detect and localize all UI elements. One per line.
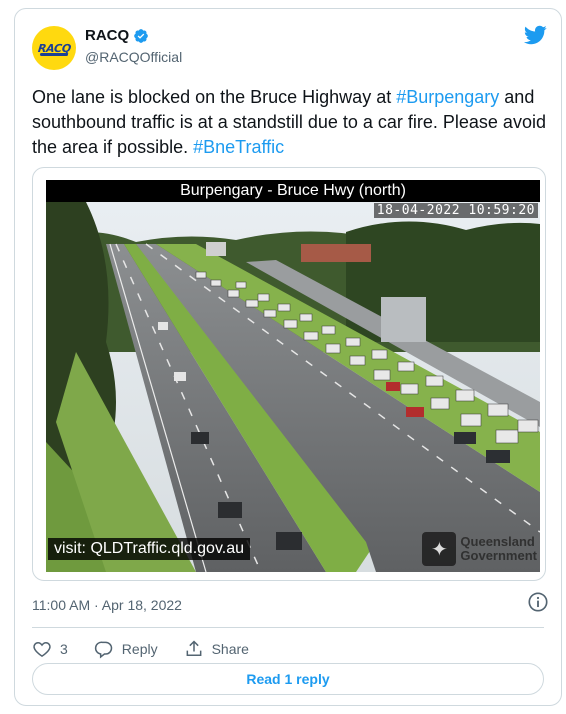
like-count: 3 — [60, 641, 68, 657]
tweet-text: One lane is blocked on the Bruce Highway… — [32, 85, 552, 160]
highway-scene — [46, 202, 540, 572]
gov-line-2: Government — [460, 548, 537, 563]
share-icon — [186, 640, 202, 656]
share-label: Share — [211, 641, 249, 657]
divider — [32, 627, 544, 628]
avatar-logo-underline — [40, 53, 68, 56]
verified-badge-icon — [134, 28, 149, 43]
tweet-text-part: One lane is blocked on the Bruce Highway… — [32, 87, 397, 107]
author-name[interactable]: RACQ — [85, 27, 129, 44]
author-row: RACQ — [85, 27, 149, 44]
camera-title: Burpengary - Bruce Hwy (north) — [46, 180, 540, 202]
crest-icon: ✦ — [422, 532, 457, 566]
queensland-government-logo: ✦ Queensland Government — [422, 532, 537, 566]
tweet-timestamp[interactable]: 11:00 AM · Apr 18, 2022 — [32, 597, 182, 613]
camera-visit-text: visit: QLDTraffic.qld.gov.au — [48, 538, 250, 560]
info-icon[interactable] — [527, 591, 549, 613]
reply-button[interactable]: Reply — [94, 639, 158, 659]
reply-bubble-icon — [94, 641, 113, 659]
author-handle[interactable]: @RACQOfficial — [85, 49, 182, 65]
hashtag-link[interactable]: #BneTraffic — [193, 137, 284, 157]
heart-icon — [33, 641, 51, 657]
gov-line-1: Queensland — [460, 534, 535, 549]
reply-label: Reply — [121, 641, 158, 657]
tweet-actions: 3 Reply Share — [32, 631, 249, 667]
avatar[interactable]: RACQ — [32, 26, 76, 70]
read-replies-button[interactable]: Read 1 reply — [32, 663, 544, 695]
tweet-media[interactable]: Burpengary - Bruce Hwy (north) 18-04-202… — [32, 167, 546, 581]
camera-timestamp: 18-04-2022 10:59:20 — [373, 203, 538, 218]
share-button[interactable]: Share — [184, 639, 249, 659]
gov-text: Queensland Government — [460, 535, 537, 563]
hashtag-link[interactable]: #Burpengary — [396, 87, 499, 107]
like-button[interactable]: 3 — [32, 639, 68, 659]
traffic-camera-image: Burpengary - Bruce Hwy (north) 18-04-202… — [46, 180, 540, 572]
twitter-bird-icon[interactable] — [523, 23, 547, 47]
tweet-card: RACQ RACQ @RACQOfficial One lane is bloc… — [14, 8, 562, 706]
